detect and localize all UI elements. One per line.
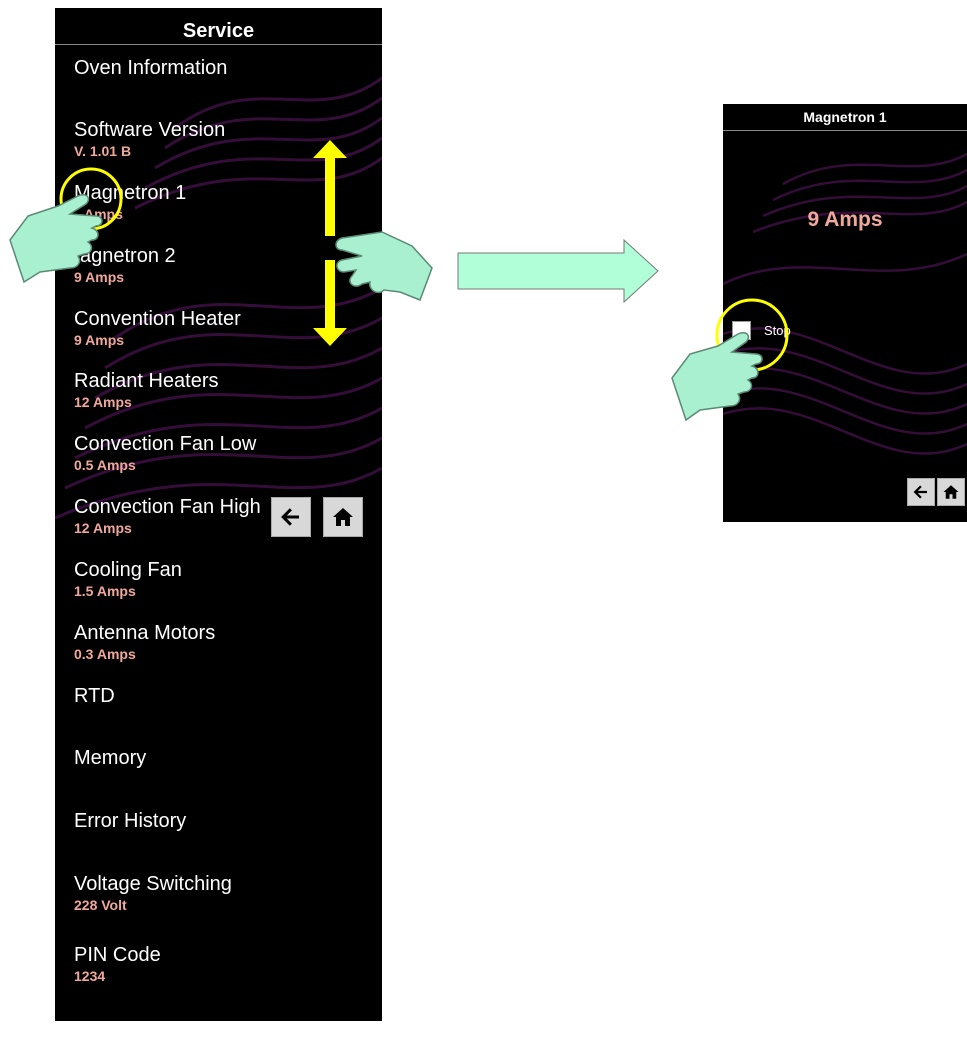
menu-item-value: 12 Amps (74, 394, 132, 410)
menu-item-label: Radiant Heaters (74, 370, 219, 392)
home-button[interactable] (937, 478, 965, 506)
menu-item-memory[interactable]: Memory (74, 747, 146, 769)
menu-item-value: 9 Amps (74, 269, 125, 285)
menu-item-cooling-fan[interactable]: Cooling Fan 1.5 Amps (74, 559, 182, 600)
menu-item-voltage-switching[interactable]: Voltage Switching 228 Volt (74, 873, 232, 914)
menu-item-label: Voltage Switching (74, 873, 232, 895)
arrow-left-icon (281, 508, 299, 526)
stop-label: Stop (764, 323, 791, 338)
menu-item-label: agnetron 2 (80, 245, 176, 267)
menu-item-oven-information[interactable]: Oven Information (74, 57, 227, 79)
menu-item-convention-heater[interactable]: Convention Heater 9 Amps (74, 308, 241, 349)
menu-item-error-history[interactable]: Error History (74, 810, 186, 832)
menu-item-label: Cooling Fan (74, 559, 182, 581)
magnetron-current-value: 9 Amps (807, 208, 883, 231)
home-icon (333, 508, 353, 526)
menu-item-label: Magnetron 1 (74, 182, 187, 204)
menu-item-label: Convention Heater (74, 308, 241, 330)
menu-item-label: Convection Fan Low (74, 433, 257, 455)
menu-item-value: 9 Amps (74, 332, 125, 348)
menu-item-magnetron-2[interactable]: agnetron 2 9 Amps (74, 245, 176, 286)
magnetron-panel: Magnetron 1 9 Amps Stop (723, 104, 967, 522)
stop-checkbox[interactable] (732, 321, 751, 340)
menu-item-label: Antenna Motors (74, 622, 216, 644)
menu-item-magnetron-1[interactable]: Magnetron 1 Amps (74, 182, 186, 223)
menu-item-rtd[interactable]: RTD (74, 685, 115, 707)
menu-item-value: 12 Amps (74, 520, 132, 536)
menu-item-label: PIN Code (74, 944, 161, 966)
menu-item-value: 1234 (74, 968, 106, 984)
menu-item-value: 228 Volt (74, 897, 127, 913)
background-waves (723, 152, 967, 455)
menu-item-convection-fan-low[interactable]: Convection Fan Low 0.5 Amps (74, 433, 256, 474)
menu-item-value: 1.5 Amps (74, 583, 136, 599)
menu-item-antenna-motors[interactable]: Antenna Motors 0.3 Amps (74, 622, 215, 663)
service-header: Service (55, 8, 382, 45)
menu-item-value: 0.3 Amps (74, 646, 136, 662)
menu-item-value: Amps (84, 206, 123, 222)
menu-item-label: Convection Fan High (74, 496, 261, 518)
back-button[interactable] (271, 497, 311, 537)
menu-item-label: Software Version (74, 119, 226, 141)
menu-item-radiant-heaters[interactable]: Radiant Heaters 12 Amps (74, 370, 219, 411)
menu-item-value: 0.5 Amps (74, 457, 136, 473)
menu-item-pin-code[interactable]: PIN Code 1234 (74, 944, 161, 985)
menu-item-value: V. 1.01 B (74, 143, 132, 159)
menu-item-convection-fan-high[interactable]: Convection Fan High 12 Amps (74, 496, 270, 537)
home-button[interactable] (323, 497, 363, 537)
back-button[interactable] (907, 478, 935, 506)
home-icon (943, 485, 959, 499)
transition-arrow-icon (457, 238, 659, 304)
menu-item-label: RTD (74, 685, 115, 707)
menu-item-software-version[interactable]: Software Version V. 1.01 B (74, 119, 225, 160)
menu-item-label: Oven Information (74, 57, 228, 79)
menu-item-label: Error History (74, 810, 187, 832)
arrow-left-icon (913, 485, 927, 499)
menu-item-label: Memory (74, 747, 147, 769)
magnetron-header: Magnetron 1 (723, 104, 967, 131)
